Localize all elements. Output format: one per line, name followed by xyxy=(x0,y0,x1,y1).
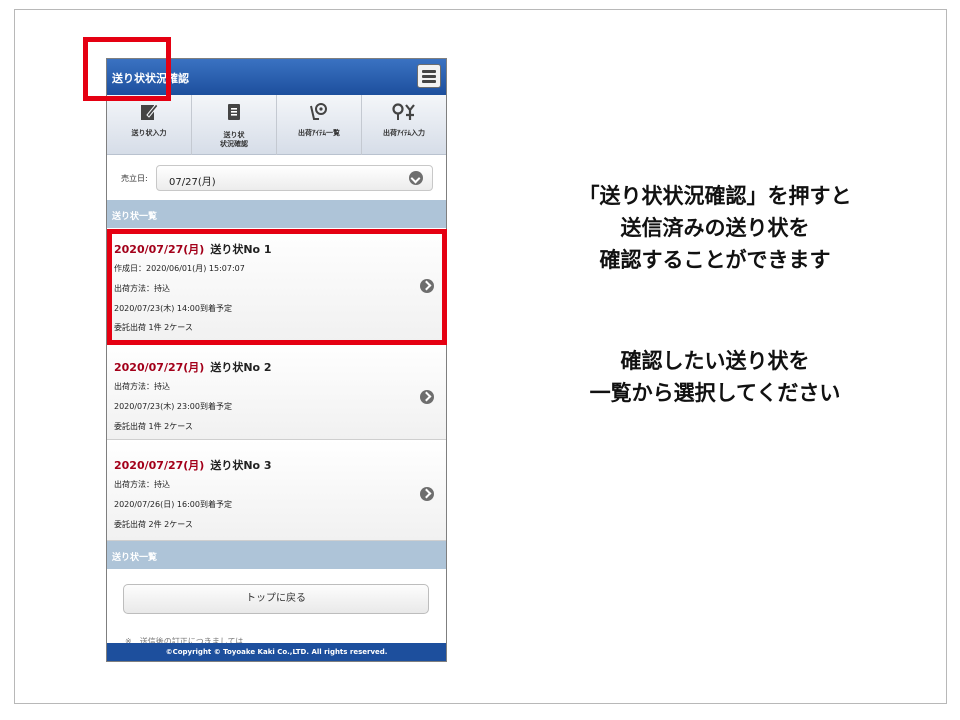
sale-date-value: 07/27(月) xyxy=(169,177,216,188)
item-arrival-time: 2020/07/26(日) 16:00到着予定 xyxy=(114,500,232,509)
item-number: 送り状No 1 xyxy=(210,243,272,256)
item-date: 2020/07/27(月) xyxy=(114,361,205,374)
item-date: 2020/07/27(月) xyxy=(114,459,205,472)
sale-date-select[interactable]: 07/27(月) xyxy=(156,165,433,191)
item-arrival-time: 2020/07/23(木) 14:00到着予定 xyxy=(114,304,232,313)
tab-label: 送り状入力 xyxy=(131,129,167,137)
tab-bar: 送り状入力 送り状 状況確認 出荷ｱｲﾃﾑ一覧 出荷ｱｲﾃﾑ入力 xyxy=(107,95,446,155)
section-header: 送り状一覧 xyxy=(107,200,446,228)
sale-date-label: 売立日: xyxy=(121,174,148,183)
item-number: 送り状No 3 xyxy=(210,459,272,472)
tab-label: 出荷ｱｲﾃﾑ入力 xyxy=(383,129,425,137)
tab-label: 送り状 状況確認 xyxy=(220,131,248,148)
chevron-right-icon xyxy=(420,390,434,404)
item-consignment: 委託出荷 2件 2ケース xyxy=(114,520,193,529)
tab-invoice-status[interactable]: 送り状 状況確認 xyxy=(192,95,277,155)
tab-shipping-item-input[interactable]: 出荷ｱｲﾃﾑ入力 xyxy=(362,95,446,155)
item-number: 送り状No 2 xyxy=(210,361,272,374)
item-consignment: 委託出荷 1件 2ケース xyxy=(114,422,193,431)
document-icon xyxy=(192,102,276,122)
menu-icon xyxy=(422,70,436,73)
back-to-top-button[interactable]: トップに戻る xyxy=(123,584,429,614)
sale-date-row: 売立日: 07/27(月) xyxy=(107,155,446,200)
chevron-right-icon xyxy=(420,487,434,501)
chevron-right-icon xyxy=(420,279,434,293)
copyright-footer: ©Copyright © Toyoake Kaki Co.,LTD. All r… xyxy=(107,643,446,661)
chevron-down-icon xyxy=(409,171,423,185)
instruction-text-2: 確認したい送り状を 一覧から選択してください xyxy=(589,349,841,405)
tab-label: 出荷ｱｲﾃﾑ一覧 xyxy=(298,129,340,137)
section-header-label: 送り状一覧 xyxy=(112,212,158,222)
tab-shipping-items[interactable]: 出荷ｱｲﾃﾑ一覧 xyxy=(277,95,362,155)
list-item-invoice-2[interactable]: 2020/07/27(月) 送り状No 2 出荷方法：持込 2020/07/23(… xyxy=(107,342,446,440)
edit-icon xyxy=(107,102,191,122)
tab-invoice-input[interactable]: 送り状入力 xyxy=(107,95,192,155)
item-consignment: 委託出荷 1件 2ケース xyxy=(114,323,193,332)
item-date: 2020/07/27(月) xyxy=(114,243,205,256)
item-shipping-method: 出荷方法：持込 xyxy=(114,382,170,391)
app-title: 送り状状況確認 xyxy=(112,72,189,85)
section-header-label: 送り状一覧 xyxy=(112,553,158,563)
item-shipping-method: 出荷方法：持込 xyxy=(114,284,170,293)
instruction-text-1: 「送り状状況確認」を押すと 送信済みの送り状を 確認することができます xyxy=(578,184,852,272)
menu-button[interactable] xyxy=(417,64,441,88)
flower-input-icon xyxy=(362,102,446,122)
item-arrival-time: 2020/07/23(木) 23:00到着予定 xyxy=(114,402,232,411)
list-item-invoice-3[interactable]: 2020/07/27(月) 送り状No 3 出荷方法：持込 2020/07/26(… xyxy=(107,440,446,541)
mobile-screen: 送り状状況確認 送り状入力 送り状 状況確認 出荷ｱｲﾃﾑ一覧 出荷ｱｲﾃﾑ入力… xyxy=(106,58,447,662)
flower-search-icon xyxy=(277,102,361,122)
item-created-date: 作成日：2020/06/01(月) 15:07:07 xyxy=(114,264,245,273)
section-header-bottom: 送り状一覧 xyxy=(107,541,446,569)
item-shipping-method: 出荷方法：持込 xyxy=(114,480,170,489)
list-item-invoice-1[interactable]: 2020/07/27(月) 送り状No 1 作成日：2020/06/01(月) 1… xyxy=(107,228,446,342)
app-header: 送り状状況確認 xyxy=(107,59,446,95)
